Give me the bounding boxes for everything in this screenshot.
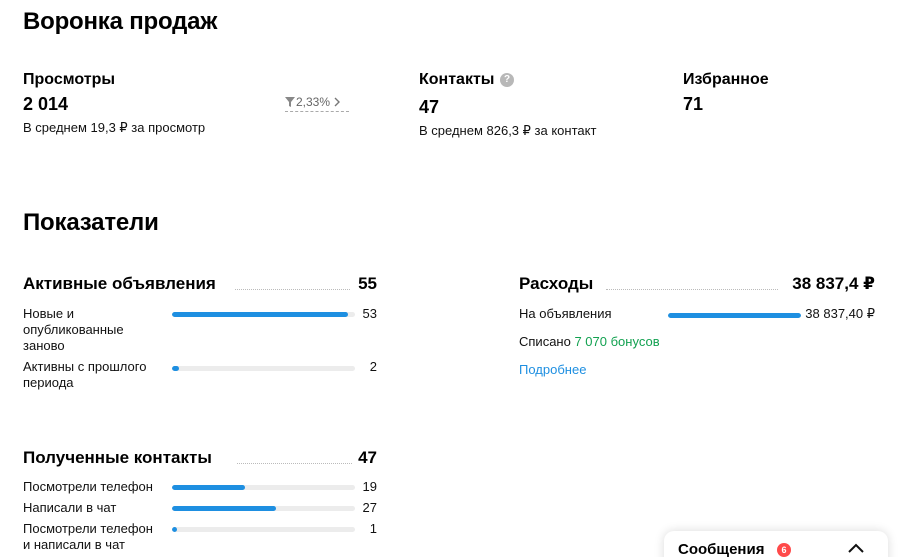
bar-fill [172,506,277,511]
chevron-up-icon[interactable] [848,543,864,553]
received-contacts-row-label: Посмотрели телефон [23,479,153,494]
received-contacts-row-bar [172,527,355,532]
bonus-link[interactable]: 7 070 бонусов [574,334,659,349]
favorites-label: Избранное [683,71,769,88]
received-contacts-row-value: 27 [362,500,377,515]
favorites-value: 71 [683,94,704,114]
active-ads-row-value: 2 [369,359,377,374]
active-ads-total: 55 [358,274,377,293]
metrics-title: Показатели [23,209,159,236]
unread-badge: 6 [777,543,791,557]
expenses-row-label: На объявления [519,306,612,321]
contacts-label: Контакты [419,71,495,88]
expenses-row-value: 38 837,40 ₽ [805,306,875,321]
more-details-link[interactable]: Подробнее [519,362,586,377]
received-contacts-row-value: 19 [362,479,377,494]
written-off-text: Списано 7 070 бонусов [519,334,660,350]
conversion-value: 2,33% [296,95,331,109]
funnel-title: Воронка продаж [23,8,218,35]
bar-fill [172,527,178,532]
active-ads-row-value: 53 [362,306,377,321]
expenses-total: 38 837,4 ₽ [792,274,875,293]
received-contacts-row-label: Посмотрели телефон и написали в чат [23,521,153,552]
received-contacts-row-label: Написали в чат [23,500,117,515]
views-average: В среднем 19,3 ₽ за просмотр [23,120,206,135]
received-contacts-title: Полученные контакты [23,448,212,467]
bar-fill [172,312,348,317]
active-ads-row-label: Активны с прошлого периода [23,359,147,390]
dotted-leader [606,289,778,290]
received-contacts-row-bar [172,506,355,511]
contacts-value: 47 [419,97,440,117]
help-icon[interactable]: ? [500,73,514,87]
bar-fill [172,366,180,371]
messages-label: Сообщения [678,541,765,557]
chevron-right-icon [334,97,341,107]
received-contacts-row-bar [172,485,355,490]
contacts-average: В среднем 826,3 ₽ за контакт [419,123,597,138]
expenses-row-bar [668,313,801,318]
messages-widget[interactable]: Сообщения 6 [664,531,888,557]
written-off-prefix: Списано [519,334,571,349]
bar-fill [172,485,246,490]
bar-fill [668,313,801,318]
active-ads-row-label: Новые и опубликованные заново [23,306,124,353]
filter-funnel-icon [285,97,295,107]
received-contacts-total: 47 [358,448,377,467]
received-contacts-row-value: 1 [369,521,377,536]
views-value: 2 014 [23,94,69,114]
active-ads-row-bar [172,312,355,317]
views-conversion[interactable]: 2,33% [285,95,349,112]
expenses-title: Расходы [519,274,594,293]
views-label: Просмотры [23,71,116,88]
active-ads-row-bar [172,366,355,371]
active-ads-title: Активные объявления [23,274,216,293]
